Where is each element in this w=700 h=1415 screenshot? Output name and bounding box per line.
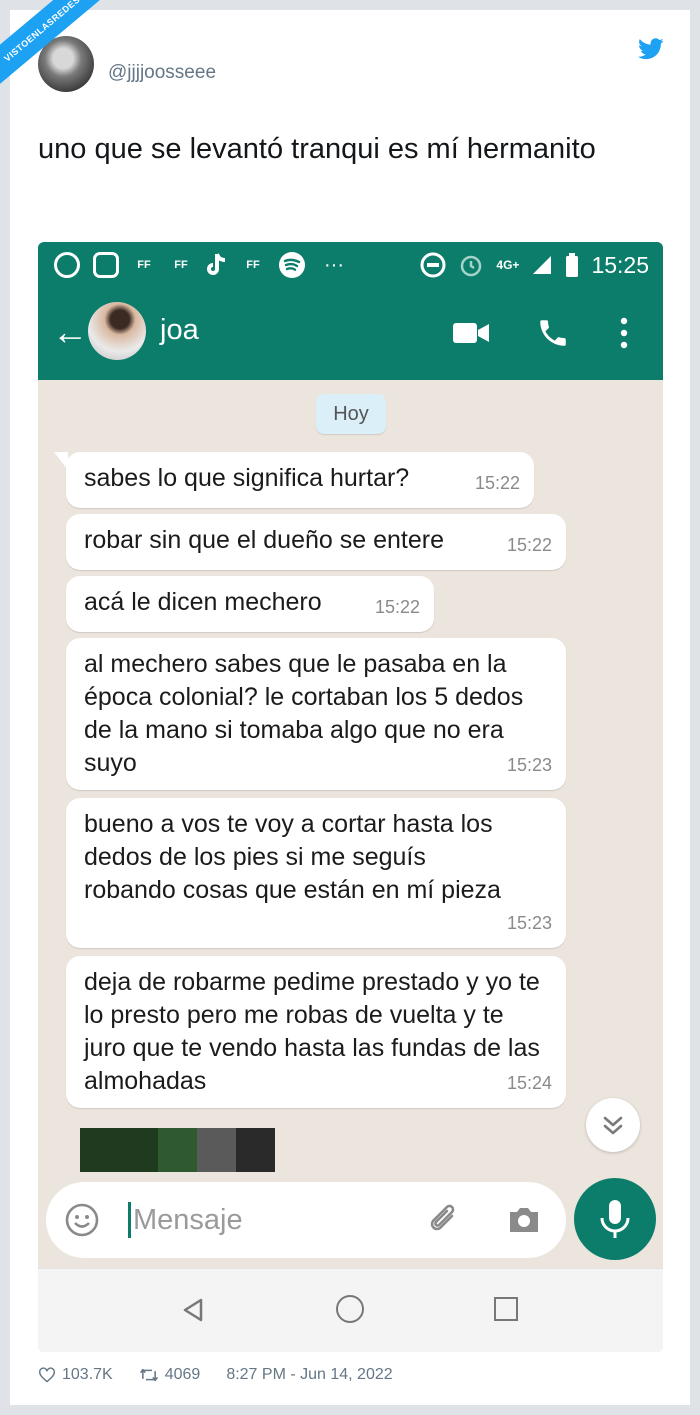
twitter-bird-icon bbox=[638, 38, 664, 60]
message-text: acá le dicen mechero bbox=[84, 588, 322, 616]
back-arrow-icon[interactable]: ← bbox=[52, 314, 88, 350]
message-bubble[interactable]: deja de robarme pedime prestado y yo te … bbox=[66, 956, 566, 1108]
scroll-to-bottom-button[interactable] bbox=[586, 1098, 640, 1152]
message-text: bueno a vos te voy a cortar hasta los de… bbox=[84, 810, 501, 904]
message-time: 15:22 bbox=[474, 473, 520, 493]
network-type: 4G+ bbox=[496, 258, 520, 272]
voice-message-button[interactable] bbox=[574, 1178, 656, 1260]
like-count: 103.7K bbox=[62, 1366, 113, 1383]
whatsapp-icon bbox=[54, 252, 80, 278]
message-text: al mechero sabes que le pasaba en la épo… bbox=[84, 650, 524, 777]
phone-call-icon[interactable] bbox=[536, 316, 570, 350]
ff-icon: FF bbox=[137, 259, 151, 271]
double-chevron-down-icon bbox=[603, 1116, 623, 1135]
message-time: 15:24 bbox=[506, 1073, 552, 1093]
attach-icon[interactable] bbox=[426, 1202, 462, 1238]
ff-icon: FF bbox=[246, 259, 260, 271]
date-separator: Hoy bbox=[316, 394, 386, 434]
ff-icon: FF bbox=[174, 259, 188, 271]
chat-area[interactable]: Hoy sabes lo que significa hurtar? 15:22… bbox=[38, 380, 663, 1172]
nav-home-icon[interactable] bbox=[336, 1295, 364, 1323]
tweet-timestamp[interactable]: 8:27 PM - Jun 14, 2022 bbox=[226, 1366, 392, 1384]
more-options-icon[interactable] bbox=[616, 316, 632, 350]
nav-back-icon[interactable] bbox=[180, 1297, 206, 1323]
contact-avatar[interactable] bbox=[88, 302, 146, 360]
message-text: robar sin que el dueño se entere bbox=[84, 526, 444, 554]
message-bubble[interactable]: acá le dicen mechero 15:22 bbox=[66, 576, 434, 632]
chat-header: ← joa bbox=[38, 288, 663, 380]
message-input-bar: Mensaje bbox=[38, 1172, 663, 1268]
tweet-footer: 103.7K 4069 8:27 PM - Jun 14, 2022 bbox=[38, 1366, 393, 1384]
message-time: 15:22 bbox=[374, 597, 420, 617]
status-bar-app-icons: FF FF FF ··· bbox=[54, 250, 349, 280]
message-bubble[interactable]: al mechero sabes que le pasaba en la épo… bbox=[66, 638, 566, 790]
signal-icon bbox=[533, 256, 552, 274]
user-handle[interactable]: @jjjjoosseee bbox=[108, 62, 216, 84]
heart-icon[interactable] bbox=[38, 1367, 56, 1383]
retweet-count: 4069 bbox=[164, 1366, 201, 1383]
message-text: sabes lo que significa hurtar? bbox=[84, 464, 410, 492]
message-bubble[interactable]: robar sin que el dueño se entere 15:22 bbox=[66, 514, 566, 570]
message-time: 15:22 bbox=[506, 535, 552, 555]
dnd-icon bbox=[420, 252, 446, 278]
spotify-icon bbox=[279, 252, 305, 278]
camera-icon[interactable] bbox=[506, 1204, 542, 1236]
alarm-icon bbox=[461, 255, 482, 277]
watermark-text: VISTOENLASREDES bbox=[0, 0, 110, 92]
message-input-field[interactable]: Mensaje bbox=[46, 1182, 566, 1258]
status-bar: FF FF FF ··· 4G+ 15:25 bbox=[38, 242, 663, 288]
whatsapp-screenshot: FF FF FF ··· 4G+ 15:25 ← joa Hoy sabes l… bbox=[38, 242, 663, 1352]
status-bar-time: 15:25 bbox=[591, 251, 649, 278]
image-message-thumbnail[interactable] bbox=[80, 1128, 275, 1172]
tiktok-icon bbox=[207, 253, 226, 275]
message-time: 15:23 bbox=[506, 913, 552, 933]
contact-name[interactable]: joa bbox=[160, 314, 199, 347]
message-time: 15:23 bbox=[506, 755, 552, 775]
retweet-icon[interactable] bbox=[139, 1367, 159, 1383]
video-call-icon[interactable] bbox=[453, 322, 489, 344]
message-bubble[interactable]: sabes lo que significa hurtar? 15:22 bbox=[54, 452, 534, 508]
nav-recents-icon[interactable] bbox=[494, 1297, 518, 1321]
message-bubble[interactable]: bueno a vos te voy a cortar hasta los de… bbox=[66, 798, 566, 948]
tweet-text: uno que se levantó tranqui es mí hermani… bbox=[38, 133, 596, 165]
watermark-ribbon: VISTOENLASREDES bbox=[0, 0, 110, 110]
battery-icon bbox=[566, 253, 579, 277]
message-input[interactable]: Mensaje bbox=[128, 1202, 243, 1238]
more-dots: ··· bbox=[324, 253, 344, 276]
message-text: deja de robarme pedime prestado y yo te … bbox=[84, 968, 540, 1095]
instagram-icon bbox=[93, 252, 119, 278]
android-nav-bar bbox=[38, 1268, 663, 1352]
status-bar-system: 4G+ 15:25 bbox=[420, 250, 649, 280]
emoji-icon[interactable] bbox=[64, 1202, 100, 1238]
microphone-icon bbox=[600, 1200, 630, 1238]
